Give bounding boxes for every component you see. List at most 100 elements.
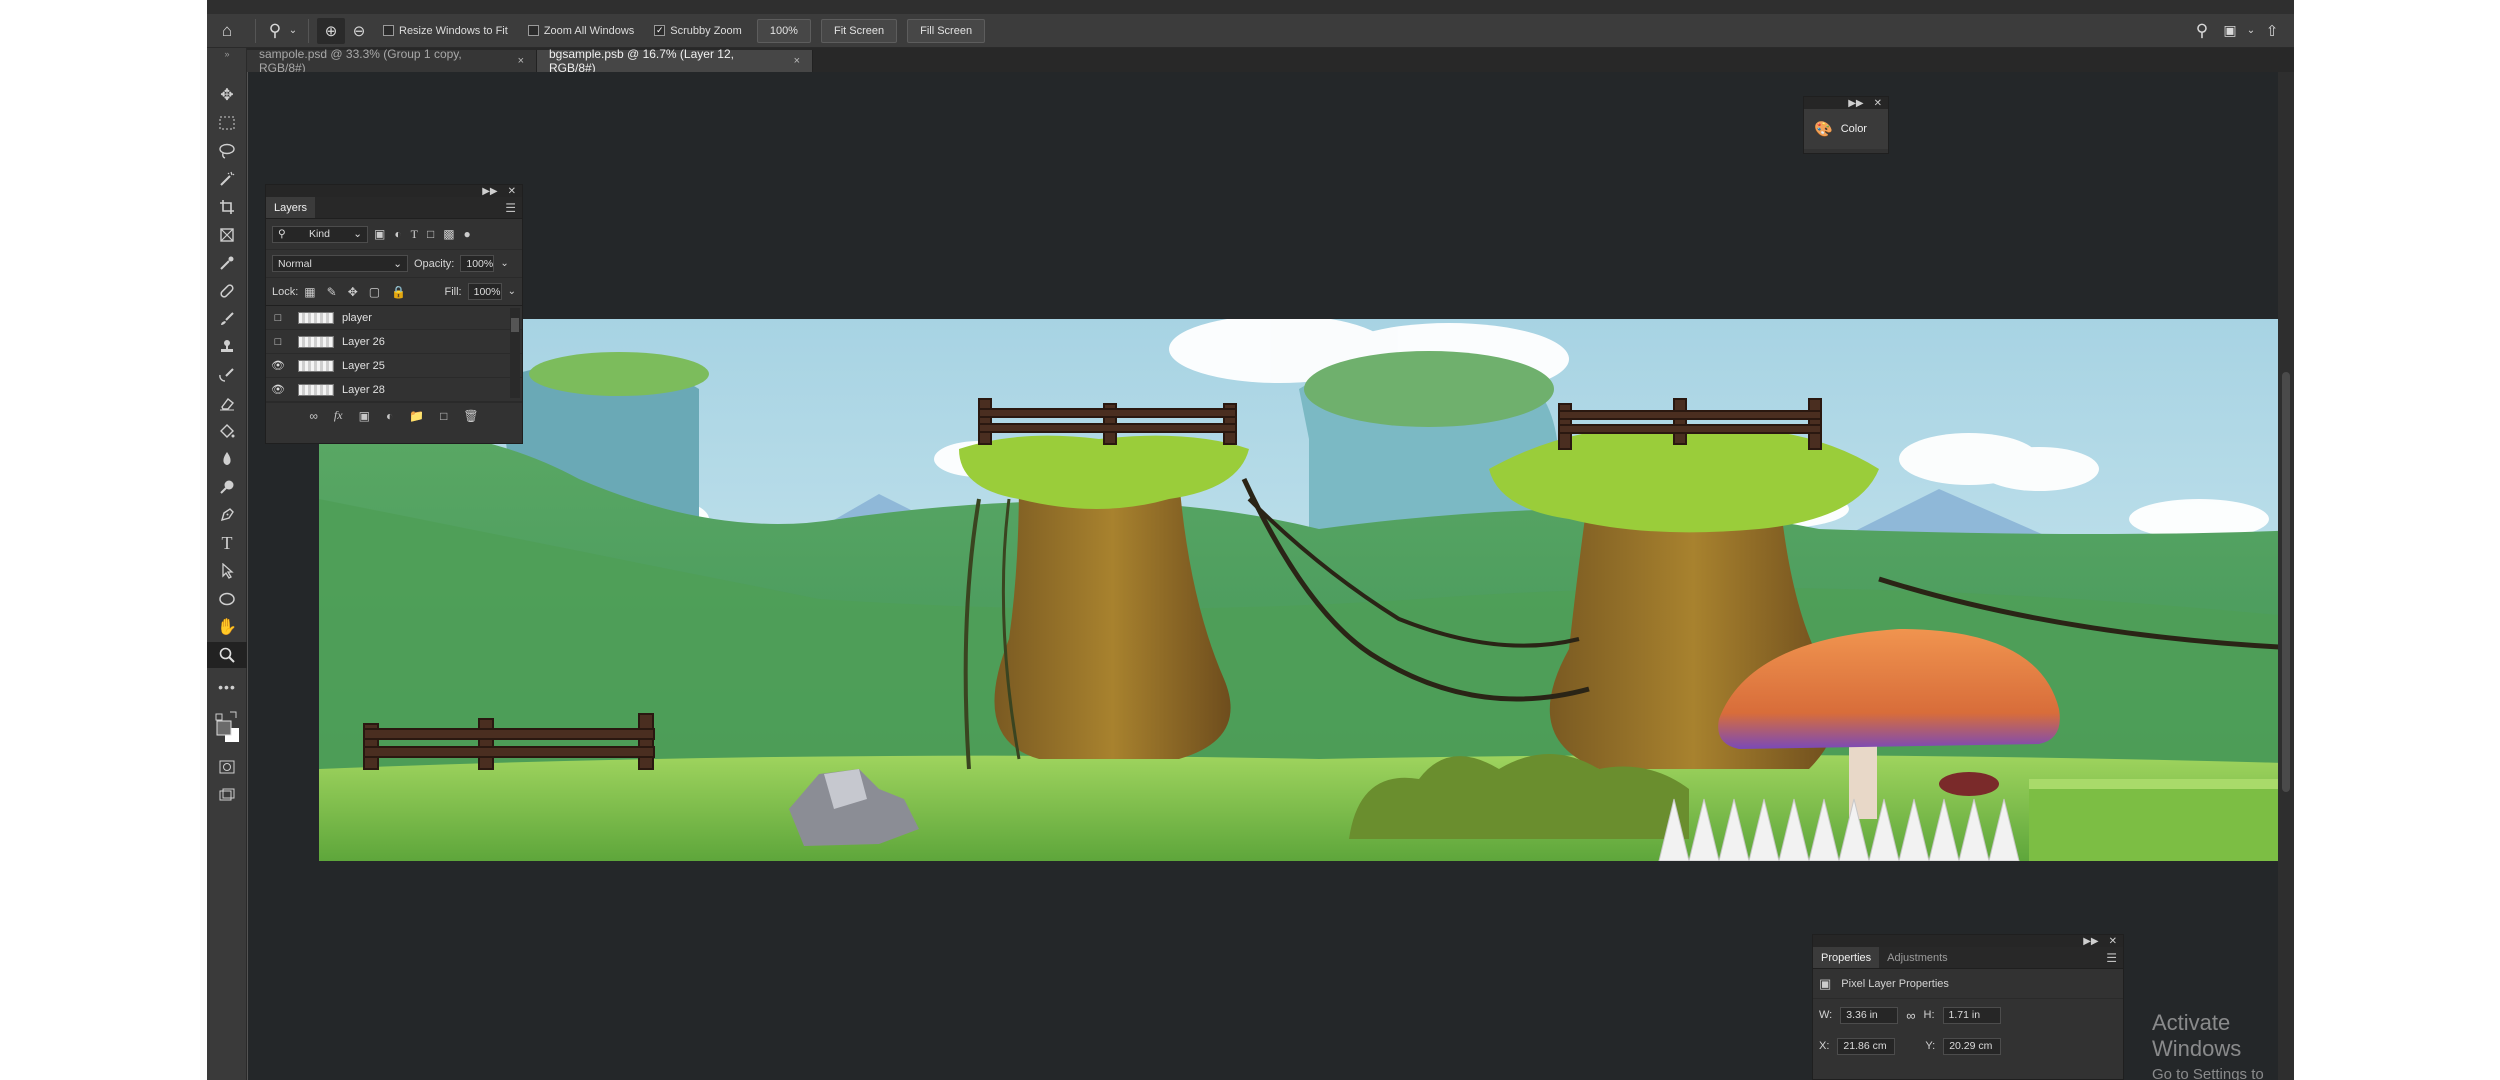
type-icon[interactable]: T [207,530,247,556]
filter-kind-select[interactable]: ⚲ Kind ⌄ [272,225,368,243]
x-input[interactable]: 21.86 cm [1837,1037,1896,1055]
height-input[interactable]: 1.71 in [1942,1006,2001,1024]
panel-menu-icon[interactable]: ☰ [2100,947,2123,968]
scrubby-zoom-checkbox[interactable]: ✓ Scrubby Zoom [654,25,742,37]
y-input[interactable]: 20.29 cm [1943,1037,2002,1055]
collapse-toolbar-icon[interactable]: » [207,48,247,60]
workspace-icon[interactable]: ▣ [2216,18,2244,44]
scrollbar-thumb[interactable] [2282,372,2290,792]
adjustment-filter-icon[interactable]: ◐ [394,227,401,242]
zoom-100-button[interactable]: 100% [756,18,811,43]
tab-layers[interactable]: Layers [266,197,316,218]
image-filter-icon[interactable]: ▣ [374,227,385,242]
lock-all-icon[interactable]: 🔒 [391,285,406,299]
link-icon[interactable]: ∞ [309,409,318,423]
tab-properties[interactable]: Properties [1813,947,1880,968]
document-canvas[interactable] [319,319,2294,861]
opacity-input[interactable]: 100% [460,255,495,272]
panel-menu-icon[interactable]: ☰ [499,197,522,218]
ellipse-icon[interactable] [207,586,247,612]
crop-icon[interactable] [207,194,247,220]
visibility-toggle-off[interactable]: □ [266,312,290,324]
adjustment-icon[interactable]: ◐ [386,409,393,423]
frame-icon[interactable] [207,222,247,248]
tab-bgsample[interactable]: bgsample.psb @ 16.7% (Layer 12, RGB/8#) … [537,47,813,75]
chevron-down-icon[interactable]: ⌄ [500,258,508,269]
zoom-out-icon[interactable]: ⊖ [345,18,373,44]
search-icon[interactable]: ⚲ [2188,18,2216,44]
chevron-down-icon[interactable]: ⌄ [286,18,300,44]
collapse-icon[interactable]: ▶▶ [1848,98,1863,109]
pen-icon[interactable] [207,502,247,528]
home-icon[interactable]: ⌂ [207,18,247,44]
canvas-area[interactable] [248,72,2294,1080]
color-panel-button[interactable]: 🎨 Color [1804,109,1888,149]
mask-icon[interactable]: ▣ [359,409,370,423]
layer-row-player[interactable]: □ player [266,306,522,330]
eye-icon[interactable]: 👁 [266,383,290,396]
brush-icon[interactable] [207,306,247,332]
shape-filter-icon[interactable]: □ [427,227,434,242]
layer-row-layer-26[interactable]: □ Layer 26 [266,330,522,354]
blur-icon[interactable] [207,446,247,472]
more-icon[interactable]: ••• [207,674,247,700]
tab-adjustments[interactable]: Adjustments [1879,947,1956,968]
close-icon[interactable]: ✕ [1874,98,1882,109]
link-icon[interactable]: ∞ [1906,1008,1915,1023]
close-icon[interactable]: × [794,55,800,67]
filter-toggle-icon[interactable]: ● [464,227,471,242]
lock-pixels-icon[interactable]: ✎ [327,285,337,299]
fit-screen-button[interactable]: Fit Screen [820,18,898,43]
trash-icon[interactable]: 🗑 [463,409,478,423]
visibility-toggle-off[interactable]: □ [266,336,290,348]
history-brush-icon[interactable] [207,362,247,388]
chevron-down-icon[interactable]: ⌄ [508,286,516,297]
collapse-icon[interactable]: ▶▶ [2083,936,2098,947]
bucket-icon[interactable] [207,418,247,444]
color-swatch-icon[interactable] [207,704,247,748]
lasso-icon[interactable] [207,138,247,164]
zoom-in-icon[interactable]: ⊕ [317,17,345,44]
eraser-icon[interactable] [207,390,247,416]
marquee-icon[interactable] [207,110,247,136]
collapse-icon[interactable]: ▶▶ [482,186,497,197]
smart-filter-icon[interactable]: ▩ [443,227,454,242]
path-select-icon[interactable] [207,558,247,584]
fill-input[interactable]: 100% [467,283,502,300]
type-filter-icon[interactable]: T [411,227,418,242]
new-layer-icon[interactable]: □ [440,409,447,423]
chevron-down-icon[interactable]: ⌄ [2244,18,2258,44]
zoom-tool-icon[interactable] [207,642,247,668]
folder-icon[interactable]: 📁 [409,409,424,423]
dodge-icon[interactable] [207,474,247,500]
magic-wand-icon[interactable] [207,166,247,192]
width-input[interactable]: 3.36 in [1840,1006,1899,1024]
lock-position-icon[interactable]: ✥ [348,285,358,299]
layer-row-layer-28[interactable]: 👁 Layer 28 [266,378,522,402]
screen-mode-icon[interactable] [207,782,247,808]
eyedropper-icon[interactable] [207,250,247,276]
close-icon[interactable]: ✕ [508,186,516,197]
hand-icon[interactable]: ✋ [207,614,247,640]
scrollbar-thumb[interactable] [511,318,519,332]
blend-mode-select[interactable]: Normal ⌄ [272,255,408,272]
zoom-icon[interactable]: ⚲ [264,18,286,44]
layers-scrollbar[interactable] [510,308,520,398]
fx-icon[interactable]: fx [334,408,343,423]
tab-sampole[interactable]: sampole.psd @ 33.3% (Group 1 copy, RGB/8… [247,47,537,75]
move-icon[interactable]: ✥ [207,82,247,108]
quickmask-icon[interactable] [207,754,247,780]
stamp-icon[interactable] [207,334,247,360]
vertical-scrollbar[interactable] [2278,72,2294,1080]
resize-windows-checkbox[interactable]: Resize Windows to Fit [383,25,508,37]
zoom-all-checkbox[interactable]: Zoom All Windows [527,25,634,37]
eye-icon[interactable]: 👁 [266,359,290,372]
fill-screen-button[interactable]: Fill Screen [907,18,986,43]
lock-artboard-icon[interactable]: ▢ [369,285,380,299]
close-icon[interactable]: × [518,55,524,67]
share-icon[interactable]: ⇧ [2258,18,2286,44]
layer-row-layer-25[interactable]: 👁 Layer 25 [266,354,522,378]
healing-icon[interactable] [207,278,247,304]
lock-transparent-icon[interactable]: ▦ [304,285,315,299]
close-icon[interactable]: ✕ [2109,936,2117,947]
